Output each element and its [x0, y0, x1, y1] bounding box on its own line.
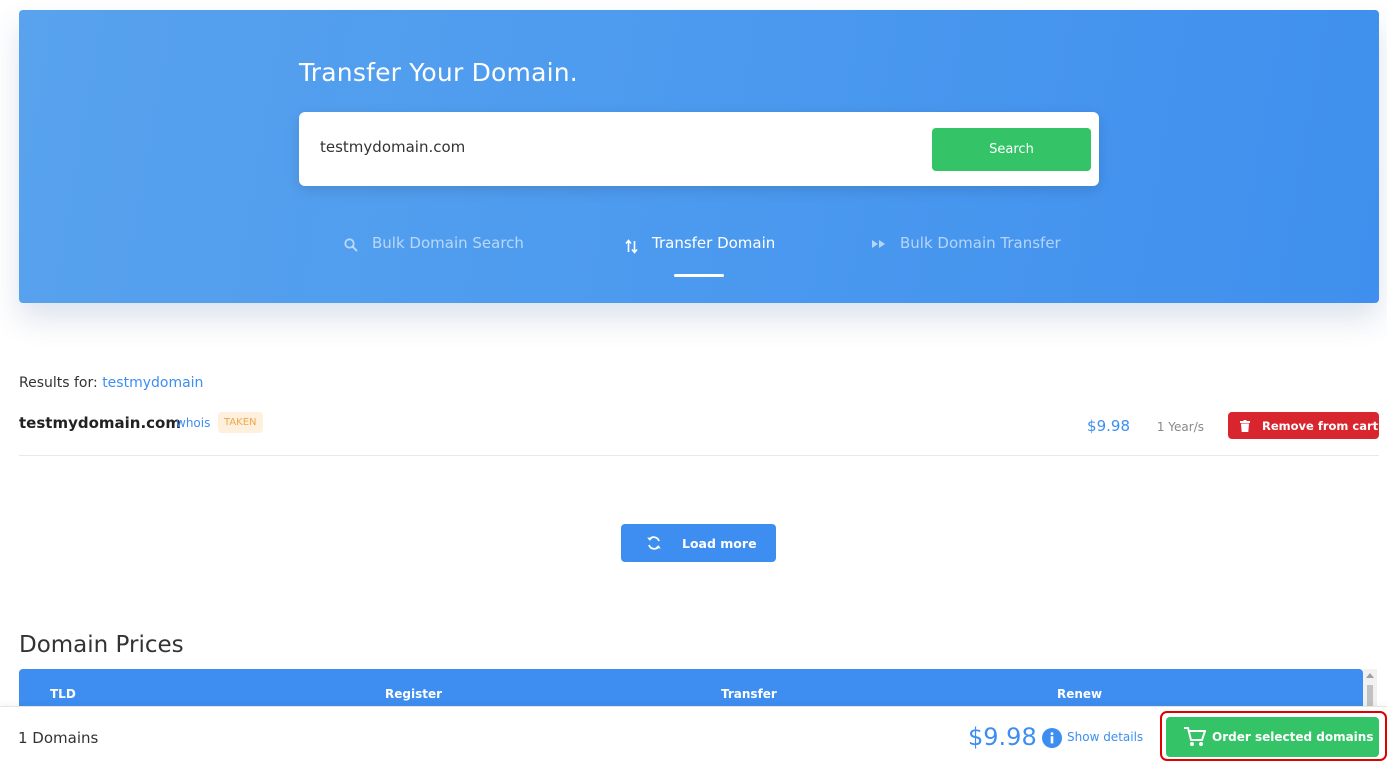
remove-from-cart-button[interactable]: Remove from cart	[1228, 412, 1379, 439]
scroll-up-arrow-icon[interactable]	[1366, 673, 1374, 678]
tab-label: Bulk Domain Search	[372, 234, 524, 252]
domain-period: 1 Year/s	[1156, 420, 1204, 434]
column-header-renew: Renew	[1057, 687, 1103, 701]
table-scrollbar[interactable]	[1363, 669, 1377, 709]
search-tabs: Bulk Domain Search Transfer Domain Bulk …	[19, 234, 1379, 284]
info-icon[interactable]	[1042, 728, 1062, 748]
domain-search-input[interactable]	[299, 112, 919, 164]
fast-forward-icon	[872, 240, 885, 248]
column-header-transfer: Transfer	[721, 687, 777, 701]
transfer-icon	[625, 239, 638, 254]
search-box: Search	[299, 112, 1099, 186]
results-query: testmydomain	[102, 375, 204, 391]
shopping-cart-icon	[1184, 727, 1206, 746]
order-button-label: Order selected domains	[1212, 730, 1374, 744]
refresh-icon	[647, 536, 661, 550]
cart-total: $9.98	[968, 723, 1037, 751]
domain-price: $9.98	[1087, 417, 1130, 435]
domain-prices-table-header: TLD Register Transfer Renew	[19, 669, 1363, 709]
tab-label: Transfer Domain	[652, 234, 776, 252]
load-more-button[interactable]: Load more	[621, 524, 776, 562]
domain-name: testmydomain.com	[19, 414, 181, 432]
trash-icon	[1240, 419, 1250, 432]
remove-label: Remove from cart	[1262, 418, 1379, 433]
cart-footer-bar: 1 Domains $9.98 Show details Order selec…	[0, 706, 1387, 764]
show-details-link[interactable]: Show details	[1067, 730, 1143, 744]
search-icon	[344, 238, 358, 252]
column-header-tld: TLD	[50, 687, 76, 701]
whois-link[interactable]: whois	[176, 416, 210, 430]
search-button[interactable]: Search	[932, 128, 1091, 171]
load-more-label: Load more	[682, 535, 757, 551]
tab-label: Bulk Domain Transfer	[900, 234, 1061, 252]
scroll-thumb[interactable]	[1367, 685, 1373, 707]
domain-result-row: testmydomain.com whois TAKEN $9.98 1 Yea…	[19, 405, 1379, 456]
column-header-register: Register	[385, 687, 443, 701]
tab-bulk-domain-search[interactable]: Bulk Domain Search	[344, 234, 524, 280]
active-tab-indicator	[674, 274, 724, 277]
status-badge: TAKEN	[218, 412, 263, 433]
hero-banner: Transfer Your Domain. Search Bulk Domain…	[19, 10, 1379, 303]
results-heading: Results for: testmydomain	[19, 375, 203, 391]
tab-bulk-domain-transfer[interactable]: Bulk Domain Transfer	[872, 234, 1061, 280]
hero-title: Transfer Your Domain.	[299, 58, 578, 87]
domain-transfer-page: Transfer Your Domain. Search Bulk Domain…	[0, 0, 1387, 764]
domain-prices-title: Domain Prices	[19, 632, 184, 658]
domain-count: 1 Domains	[18, 729, 99, 747]
order-selected-domains-button[interactable]: Order selected domains	[1166, 717, 1379, 757]
results-label: Results for:	[19, 375, 98, 391]
